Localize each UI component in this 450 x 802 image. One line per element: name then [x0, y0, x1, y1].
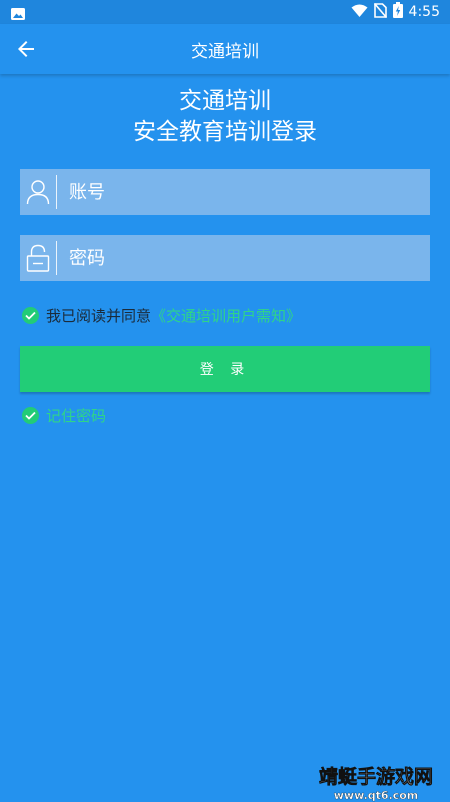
watermark-name: 靖蜓手游戏网 [318, 766, 434, 789]
wifi-icon [351, 3, 368, 22]
app-bar: 交通培训 [0, 24, 450, 74]
page-headline: 交通培训 安全教育培训登录 [0, 86, 450, 148]
status-bar: 4:55 [0, 0, 450, 24]
headline-line-2: 安全教育培训登录 [133, 119, 317, 145]
lock-icon [20, 235, 56, 281]
password-input[interactable] [57, 235, 430, 281]
agreement-row: 我已阅读并同意 《交通培训用户需知》 [22, 305, 301, 326]
agreement-label: 我已阅读并同意 [46, 307, 152, 325]
no-sim-icon [373, 2, 387, 22]
watermark: 靖蜓手游戏网 www.qt6.com [316, 762, 436, 802]
user-icon [20, 169, 56, 215]
headline-line-1: 交通培训 [179, 88, 271, 114]
remember-row: 记住密码 [22, 405, 106, 426]
account-field [20, 169, 430, 215]
app-bar-title: 交通培训 [191, 42, 259, 62]
user-agreement-link[interactable]: 《交通培训用户需知》 [151, 305, 301, 326]
checkmark-icon [25, 311, 36, 320]
status-time: 4:55 [408, 4, 440, 20]
agreement-checkbox[interactable] [22, 307, 39, 324]
login-button[interactable]: 登 录 [20, 346, 430, 392]
remember-password-checkbox[interactable] [22, 407, 39, 424]
account-input[interactable] [57, 169, 430, 215]
remember-password-label[interactable]: 记住密码 [46, 405, 106, 426]
battery-charging-icon [392, 2, 403, 22]
watermark-url: www.qt6.com [333, 789, 419, 802]
image-notification-icon [11, 5, 25, 24]
checkmark-icon [25, 411, 36, 420]
password-field [20, 235, 430, 281]
